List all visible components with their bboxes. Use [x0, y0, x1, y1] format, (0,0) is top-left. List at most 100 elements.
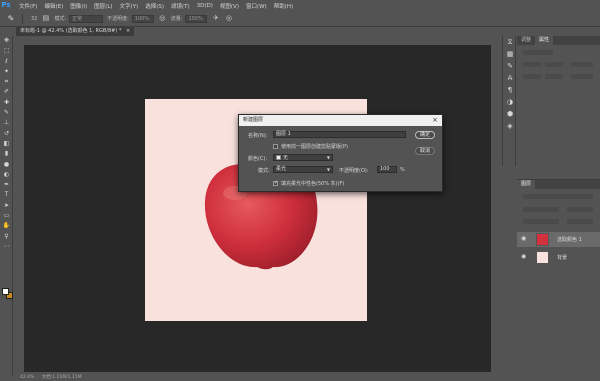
layer-row[interactable]: ◉ 背景	[517, 250, 600, 265]
marquee-tool-icon[interactable]: ⬚	[0, 46, 13, 56]
eraser-tool-icon[interactable]: ◧	[0, 139, 13, 149]
dialog-close-icon[interactable]: ×	[432, 115, 438, 126]
magic-wand-tool-icon[interactable]: ✦	[0, 67, 13, 77]
brush-icon[interactable]: ✎	[4, 13, 18, 25]
opacity-label: 不透明度:	[107, 16, 129, 22]
color-select[interactable]: 无 ▼	[273, 154, 333, 161]
dialog-title-bar: 新建图层 ×	[239, 115, 442, 126]
fill-neutral-option[interactable]: 填充柔光中性色(50% 灰)(F)	[273, 180, 344, 187]
brush-panel-icon[interactable]: ▤	[41, 14, 50, 23]
zoom-level[interactable]: 42.4%	[20, 375, 34, 380]
healing-tool-icon[interactable]: ✚	[0, 98, 13, 108]
crop-tool-icon[interactable]: ⌗	[0, 77, 13, 87]
clip-mask-label: 使用前一图层创建剪贴蒙版(P)	[281, 144, 348, 150]
pressure-opacity-icon[interactable]: ◎	[158, 14, 167, 23]
properties-panel: 调整 属性	[517, 36, 600, 166]
menu-image[interactable]: 图像(I)	[70, 2, 87, 10]
tab-adjustments[interactable]: 调整	[517, 36, 535, 45]
properties-field-placeholder	[545, 74, 563, 79]
document-info: 文档:1.11M/1.11M	[41, 375, 82, 380]
layer-name-input[interactable]: 图层 1	[273, 131, 406, 138]
document-tab-close-icon[interactable]: ×	[126, 28, 130, 34]
cancel-button[interactable]: 取消	[415, 147, 435, 155]
menu-view[interactable]: 视图(V)	[220, 2, 239, 10]
photoshop-logo: Ps	[1, 1, 11, 9]
gradient-tool-icon[interactable]: ▮	[0, 149, 13, 159]
history-panel-icon[interactable]: ⧖	[503, 36, 517, 48]
layer-row[interactable]: ◉ 选取颜色 1	[517, 232, 600, 247]
menu-select[interactable]: 选择(S)	[145, 2, 164, 10]
tab-layers[interactable]: 图层	[517, 180, 536, 189]
mode-select-value: 柔光	[276, 166, 287, 172]
color-swatch-icon	[276, 155, 281, 160]
eye-icon[interactable]: ◉	[521, 253, 526, 260]
layers-panel: 图层 ◉ 选取颜色 1 ◉ 背景	[517, 179, 600, 381]
menu-file[interactable]: 文件(F)	[19, 2, 37, 10]
layer-opacity-field[interactable]	[567, 207, 593, 212]
pen-tool-icon[interactable]: ✒	[0, 180, 13, 190]
history-brush-tool-icon[interactable]: ↺	[0, 129, 13, 139]
type-tool-icon[interactable]: T	[0, 190, 13, 200]
document-tab[interactable]: 未标题-1 @ 42.4% (选取颜色 1, RGB/8#) * ×	[16, 27, 135, 36]
brush-size-value[interactable]: 32	[31, 16, 37, 22]
blur-tool-icon[interactable]: ●	[0, 160, 13, 170]
layer-filter-bar[interactable]	[523, 194, 593, 199]
fill-neutral-checkbox[interactable]	[273, 180, 278, 186]
flow-field[interactable]: 100%	[185, 14, 208, 23]
menu-filter[interactable]: 滤镜(T)	[171, 2, 190, 10]
swatches-panel-icon[interactable]: ▦	[503, 48, 517, 60]
chevron-down-icon: ▼	[326, 155, 330, 160]
opacity-input-dialog[interactable]: 100	[377, 166, 397, 173]
fill-neutral-label: 填充柔光中性色(50% 灰)(F)	[281, 181, 345, 187]
opacity-field[interactable]: 100%	[131, 14, 154, 23]
layer-thumbnail	[536, 233, 549, 246]
blend-mode-select[interactable]	[523, 207, 559, 212]
brush-tool-icon[interactable]: ✎	[0, 108, 13, 118]
shape-tool-icon[interactable]: ▭	[0, 211, 13, 221]
character-panel-icon[interactable]: A	[503, 72, 517, 84]
document-tab-label: 未标题-1 @ 42.4% (选取颜色 1, RGB/8#) *	[20, 28, 122, 34]
clip-mask-option[interactable]: 使用前一图层创建剪贴蒙版(P)	[273, 143, 348, 150]
options-bar: ✎ 32 ▤ 模式: 正常 不透明度: 100% ◎ 流量: 100% ✈ ◎	[0, 11, 600, 27]
mode-select[interactable]: 正常	[69, 14, 104, 23]
foreground-color-swatch[interactable]	[2, 288, 9, 295]
hand-tool-icon[interactable]: ✋	[0, 221, 13, 231]
color-select-value: 无	[283, 155, 289, 161]
properties-field-placeholder	[571, 74, 593, 79]
adjustments-panel-icon[interactable]: ◑	[503, 96, 517, 108]
ok-button[interactable]: 确定	[415, 131, 435, 139]
more-tools-icon[interactable]: ⋯	[0, 242, 13, 252]
mode-select-dialog[interactable]: 柔光 ▼	[273, 166, 333, 173]
dodge-tool-icon[interactable]: ◐	[0, 170, 13, 180]
airbrush-icon[interactable]: ✈	[211, 14, 220, 23]
menu-layer[interactable]: 图层(L)	[94, 2, 112, 10]
paragraph-panel-icon[interactable]: ¶	[503, 84, 517, 96]
menu-window[interactable]: 窗口(W)	[246, 2, 267, 10]
color-swatches[interactable]	[2, 288, 13, 300]
menu-type[interactable]: 文字(Y)	[120, 2, 139, 10]
stamp-tool-icon[interactable]: ⊥	[0, 118, 13, 128]
styles-panel-icon[interactable]: ⬢	[503, 108, 517, 120]
panel-dock-strip: ⧖ ▦ ✎ A ¶ ◑ ⬢ ◈	[502, 36, 516, 166]
layers-tabs: 图层	[517, 180, 600, 189]
color-label: 颜色(C):	[248, 156, 268, 162]
brush-presets-icon[interactable]: ✎	[503, 60, 517, 72]
eye-icon[interactable]: ◉	[521, 235, 526, 242]
tab-properties[interactable]: 属性	[535, 36, 554, 45]
path-select-tool-icon[interactable]: ➤	[0, 201, 13, 211]
menu-help[interactable]: 帮助(H)	[274, 2, 293, 10]
3d-panel-icon[interactable]: ◈	[503, 120, 517, 132]
lasso-tool-icon[interactable]: ℓ	[0, 57, 13, 67]
menu-3d[interactable]: 3D(D)	[197, 3, 213, 9]
pressure-size-icon[interactable]: ◎	[224, 14, 233, 23]
eyedropper-tool-icon[interactable]: ✐	[0, 87, 13, 97]
move-tool-icon[interactable]: ✥	[0, 36, 13, 46]
menu-bar: Ps 文件(F) 编辑(E) 图像(I) 图层(L) 文字(Y) 选择(S) 滤…	[0, 0, 600, 11]
layer-name: 选取颜色 1	[557, 237, 582, 243]
properties-field-placeholder	[571, 62, 593, 67]
menu-edit[interactable]: 编辑(E)	[44, 2, 63, 10]
clip-mask-checkbox[interactable]	[273, 144, 278, 149]
lock-controls[interactable]	[523, 219, 559, 224]
layer-fill-field[interactable]	[567, 219, 593, 224]
zoom-tool-icon[interactable]: ⚲	[0, 232, 13, 242]
